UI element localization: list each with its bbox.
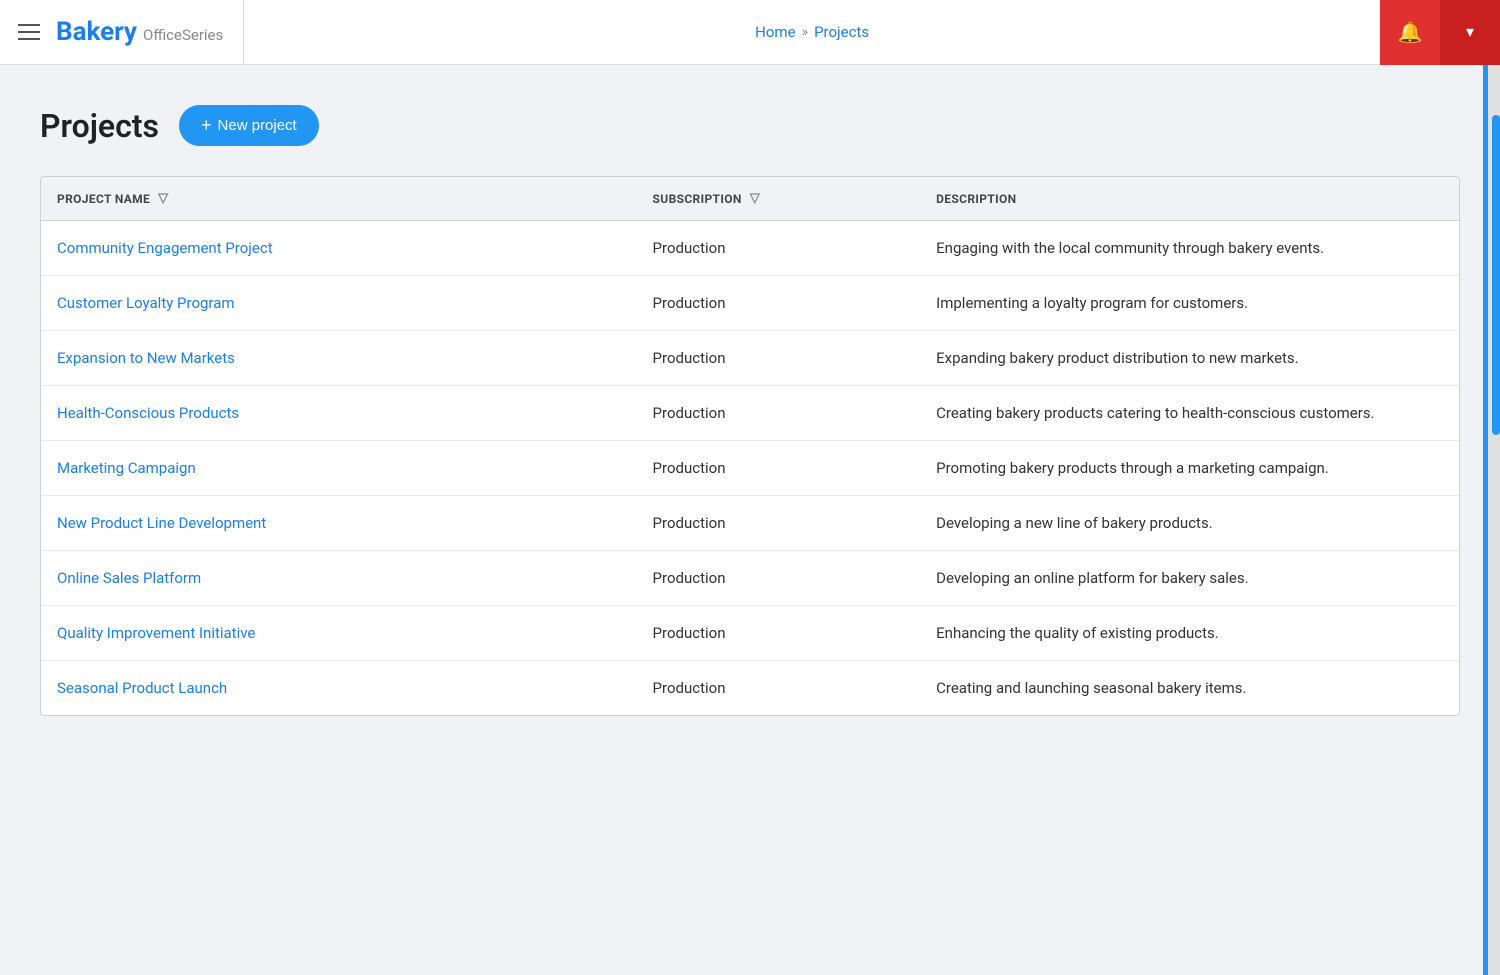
project-name-cell[interactable]: Health-Conscious Products <box>41 386 637 441</box>
col-header-subscription: SUBSCRIPTION ▽ <box>637 177 921 221</box>
menu-icon[interactable] <box>18 24 40 40</box>
notification-button[interactable]: 🔔 <box>1380 0 1440 65</box>
header-left: Bakery OfficeSeries <box>0 0 244 64</box>
subscription-cell: Production <box>637 441 921 496</box>
plus-icon: + <box>201 115 212 136</box>
subscription-cell: Production <box>637 386 921 441</box>
project-name-cell[interactable]: Expansion to New Markets <box>41 331 637 386</box>
home-link[interactable]: Home <box>755 23 795 41</box>
subscription-filter-icon[interactable]: ▽ <box>750 191 760 206</box>
new-project-label: New project <box>218 117 297 134</box>
user-dropdown-button[interactable]: ▾ <box>1440 0 1500 65</box>
description-cell: Creating bakery products catering to hea… <box>920 386 1459 441</box>
table-row: Quality Improvement InitiativeProduction… <box>41 606 1459 661</box>
subscription-cell: Production <box>637 606 921 661</box>
project-name-cell[interactable]: Online Sales Platform <box>41 551 637 606</box>
project-name-cell[interactable]: Quality Improvement Initiative <box>41 606 637 661</box>
main-content: Projects + New project PROJECT NAME ▽ <box>0 65 1500 756</box>
subscription-cell: Production <box>637 661 921 716</box>
project-name-cell[interactable]: Customer Loyalty Program <box>41 276 637 331</box>
subscription-cell: Production <box>637 276 921 331</box>
description-cell: Developing an online platform for bakery… <box>920 551 1459 606</box>
table-row: Customer Loyalty ProgramProductionImplem… <box>41 276 1459 331</box>
brand-subtitle: OfficeSeries <box>143 26 223 44</box>
subscription-cell: Production <box>637 331 921 386</box>
col-description-label: DESCRIPTION <box>936 192 1016 206</box>
new-project-button[interactable]: + New project <box>179 105 319 146</box>
description-cell: Creating and launching seasonal bakery i… <box>920 661 1459 716</box>
name-filter-icon[interactable]: ▽ <box>158 191 168 206</box>
col-name-label: PROJECT NAME <box>57 192 150 206</box>
table-row: Online Sales PlatformProductionDevelopin… <box>41 551 1459 606</box>
page-header: Projects + New project <box>40 105 1460 146</box>
table-body: Community Engagement ProjectProductionEn… <box>41 221 1459 716</box>
project-name-cell[interactable]: Marketing Campaign <box>41 441 637 496</box>
table-row: Marketing CampaignProductionPromoting ba… <box>41 441 1459 496</box>
brand-name: Bakery <box>56 17 137 47</box>
brand: Bakery OfficeSeries <box>56 17 223 47</box>
project-name-cell[interactable]: Community Engagement Project <box>41 221 637 276</box>
table-row: Health-Conscious ProductsProductionCreat… <box>41 386 1459 441</box>
description-cell: Enhancing the quality of existing produc… <box>920 606 1459 661</box>
subscription-cell: Production <box>637 496 921 551</box>
description-cell: Promoting bakery products through a mark… <box>920 441 1459 496</box>
table-row: Community Engagement ProjectProductionEn… <box>41 221 1459 276</box>
col-header-name: PROJECT NAME ▽ <box>41 177 637 221</box>
description-cell: Implementing a loyalty program for custo… <box>920 276 1459 331</box>
description-cell: Expanding bakery product distribution to… <box>920 331 1459 386</box>
subscription-cell: Production <box>637 551 921 606</box>
table-header-row: PROJECT NAME ▽ SUBSCRIPTION ▽ DESCRIPTIO… <box>41 177 1459 221</box>
table-row: Expansion to New MarketsProductionExpand… <box>41 331 1459 386</box>
chevron-down-icon: ▾ <box>1466 22 1474 42</box>
projects-link[interactable]: Projects <box>814 23 869 41</box>
description-cell: Engaging with the local community throug… <box>920 221 1459 276</box>
breadcrumb-separator: » <box>802 24 809 40</box>
project-name-cell[interactable]: New Product Line Development <box>41 496 637 551</box>
description-cell: Developing a new line of bakery products… <box>920 496 1459 551</box>
header: Bakery OfficeSeries Home » Projects 🔔 ▾ <box>0 0 1500 65</box>
page-title: Projects <box>40 107 159 145</box>
projects-table: PROJECT NAME ▽ SUBSCRIPTION ▽ DESCRIPTIO… <box>41 177 1459 715</box>
header-actions: 🔔 ▾ <box>1380 0 1500 64</box>
subscription-cell: Production <box>637 221 921 276</box>
table-header: PROJECT NAME ▽ SUBSCRIPTION ▽ DESCRIPTIO… <box>41 177 1459 221</box>
col-header-description: DESCRIPTION <box>920 177 1459 221</box>
project-name-cell[interactable]: Seasonal Product Launch <box>41 661 637 716</box>
bell-icon: 🔔 <box>1398 20 1423 45</box>
table-row: New Product Line DevelopmentProductionDe… <box>41 496 1459 551</box>
breadcrumb-nav: Home » Projects <box>244 23 1380 41</box>
col-subscription-label: SUBSCRIPTION <box>653 192 742 206</box>
projects-table-container: PROJECT NAME ▽ SUBSCRIPTION ▽ DESCRIPTIO… <box>40 176 1460 716</box>
table-row: Seasonal Product LaunchProductionCreatin… <box>41 661 1459 716</box>
